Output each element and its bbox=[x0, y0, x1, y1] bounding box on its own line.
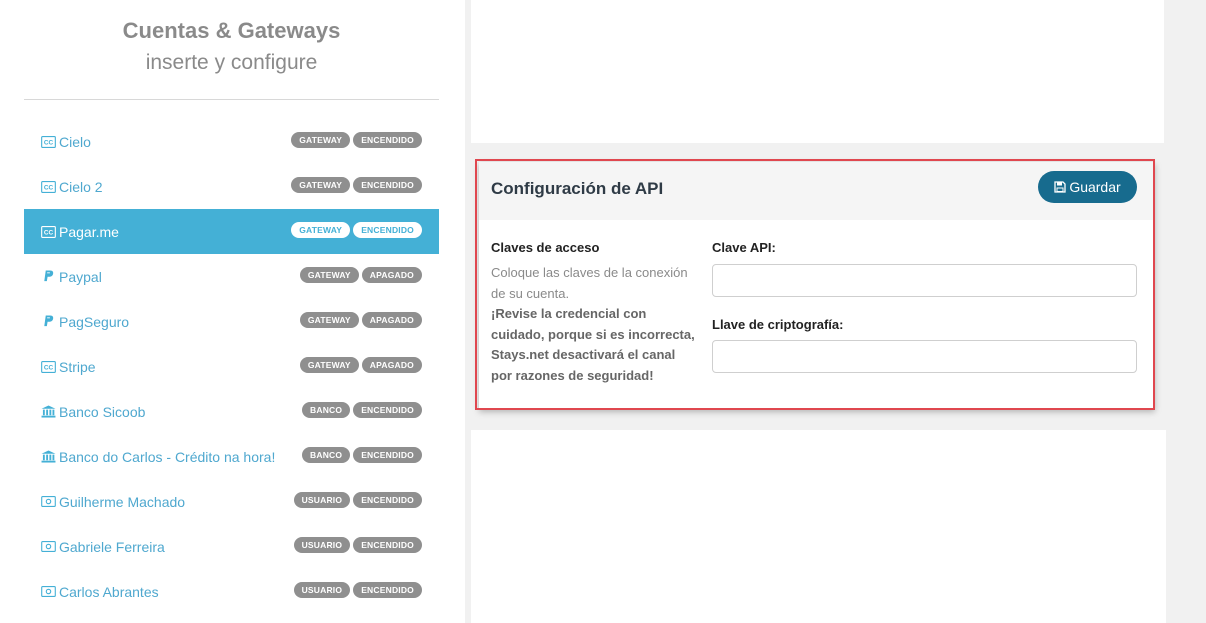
sidebar-subtitle: inserte y configure bbox=[145, 51, 318, 74]
account-item[interactable]: CC Cielo GATEWAY ENCENDIDO bbox=[24, 119, 439, 164]
type-badge: USUARIO bbox=[293, 537, 351, 553]
credit-card-icon: CC bbox=[40, 225, 56, 239]
account-badges: GATEWAY ENCENDIDO bbox=[291, 222, 422, 238]
crypto-key-input[interactable] bbox=[712, 340, 1137, 373]
account-item[interactable]: Banco do Carlos - Crédito na hora! BANCO E… bbox=[24, 434, 439, 479]
account-item[interactable]: CC Stripe GATEWAY APAGADO bbox=[24, 344, 439, 389]
paypal-icon bbox=[40, 270, 56, 284]
status-badge: APAGADO bbox=[361, 357, 422, 373]
type-badge: GATEWAY bbox=[291, 222, 351, 238]
status-badge: ENCENDIDO bbox=[353, 537, 422, 553]
account-name: Stripe bbox=[59, 358, 96, 375]
account-name: Cielo bbox=[59, 133, 91, 150]
status-badge: ENCENDIDO bbox=[353, 447, 422, 463]
account-badges: BANCO ENCENDIDO bbox=[302, 402, 422, 418]
account-item[interactable]: CC Pagar.me GATEWAY ENCENDIDO bbox=[24, 209, 439, 254]
accounts-sidebar: Cuentas & Gateways inserte y configure C… bbox=[0, 0, 465, 623]
account-badges: GATEWAY ENCENDIDO bbox=[291, 177, 422, 193]
svg-text:CC: CC bbox=[43, 184, 53, 191]
access-keys-warning: ¡Revise la credencial con cuidado, porqu… bbox=[491, 306, 695, 383]
type-badge: GATEWAY bbox=[291, 132, 351, 148]
type-badge: GATEWAY bbox=[299, 267, 359, 283]
bank-icon bbox=[40, 450, 56, 464]
account-name: Banco Sicoob bbox=[59, 403, 146, 420]
account-name: Cielo 2 bbox=[59, 178, 103, 195]
type-badge: GATEWAY bbox=[291, 177, 351, 193]
status-badge: APAGADO bbox=[361, 312, 422, 328]
access-keys-title: Claves de acceso bbox=[491, 240, 600, 255]
money-icon bbox=[40, 495, 56, 509]
account-item[interactable]: PagSeguro GATEWAY APAGADO bbox=[24, 299, 439, 344]
account-badges: GATEWAY ENCENDIDO bbox=[291, 132, 422, 148]
account-item[interactable]: Gabriele Ferreira USUARIO ENCENDIDO bbox=[24, 524, 439, 569]
save-button-label: Guardar bbox=[1069, 179, 1121, 195]
status-badge: ENCENDIDO bbox=[353, 582, 422, 598]
status-badge: ENCENDIDO bbox=[353, 132, 422, 148]
account-item[interactable]: Guilherme Machado USUARIO ENCENDIDO bbox=[24, 479, 439, 524]
type-badge: USUARIO bbox=[293, 492, 351, 508]
account-name: Carlos Abrantes bbox=[59, 583, 159, 600]
credit-card-icon: CC bbox=[40, 135, 56, 149]
account-list: CC Cielo GATEWAY ENCENDIDO CC Cielo 2 GATEWAY E… bbox=[24, 119, 439, 614]
api-config-title: Configuración de API bbox=[491, 179, 664, 198]
api-key-input[interactable] bbox=[712, 264, 1137, 297]
account-badges: GATEWAY APAGADO bbox=[299, 267, 422, 283]
type-badge: BANCO bbox=[302, 447, 351, 463]
credit-card-icon: CC bbox=[40, 360, 56, 374]
sidebar-title: Cuentas & Gateways bbox=[122, 18, 341, 43]
account-item[interactable]: Carlos Abrantes USUARIO ENCENDIDO bbox=[24, 569, 439, 614]
crypto-key-label: Llave de criptografía: bbox=[712, 317, 844, 332]
svg-text:CC: CC bbox=[43, 229, 53, 236]
api-key-label: Clave API: bbox=[712, 240, 776, 255]
status-badge: ENCENDIDO bbox=[353, 492, 422, 508]
account-item[interactable]: Paypal GATEWAY APAGADO bbox=[24, 254, 439, 299]
bank-icon bbox=[40, 405, 56, 419]
account-badges: BANCO ENCENDIDO bbox=[302, 447, 422, 463]
paypal-icon bbox=[40, 315, 56, 329]
type-badge: GATEWAY bbox=[299, 357, 359, 373]
account-item[interactable]: CC Cielo 2 GATEWAY ENCENDIDO bbox=[24, 164, 439, 209]
svg-text:CC: CC bbox=[43, 139, 53, 146]
type-badge: USUARIO bbox=[293, 582, 351, 598]
account-name: Pagar.me bbox=[59, 223, 119, 240]
sidebar-header: Cuentas & Gateways inserte y configure bbox=[24, 0, 439, 100]
type-badge: GATEWAY bbox=[299, 312, 359, 328]
status-badge: ENCENDIDO bbox=[353, 222, 422, 238]
money-icon bbox=[40, 585, 56, 599]
account-name: Guilherme Machado bbox=[59, 493, 186, 510]
type-badge: BANCO bbox=[302, 402, 351, 418]
account-badges: GATEWAY APAGADO bbox=[299, 357, 422, 373]
account-badges: USUARIO ENCENDIDO bbox=[293, 537, 422, 553]
account-name: PagSeguro bbox=[59, 313, 130, 330]
account-badges: GATEWAY APAGADO bbox=[299, 312, 422, 328]
account-name: Banco do Carlos - Crédito na hora! bbox=[59, 448, 276, 465]
credit-card-icon: CC bbox=[40, 180, 56, 194]
floppy-disk-icon bbox=[1054, 181, 1066, 193]
account-badges: USUARIO ENCENDIDO bbox=[293, 582, 422, 598]
bottom-panel bbox=[471, 430, 1166, 623]
save-button[interactable]: Guardar bbox=[1038, 171, 1137, 203]
account-name: Paypal bbox=[59, 268, 102, 285]
account-item[interactable]: Banco Sicoob BANCO ENCENDIDO bbox=[24, 389, 439, 434]
access-keys-text: Coloque las claves de la conexión de su … bbox=[491, 265, 688, 301]
account-badges: USUARIO ENCENDIDO bbox=[293, 492, 422, 508]
svg-text:CC: CC bbox=[43, 364, 53, 371]
top-panel bbox=[471, 0, 1164, 143]
account-name: Gabriele Ferreira bbox=[59, 538, 165, 555]
api-config-card: Configuración de API Guardar Claves de a… bbox=[479, 162, 1155, 410]
status-badge: ENCENDIDO bbox=[353, 402, 422, 418]
status-badge: ENCENDIDO bbox=[353, 177, 422, 193]
api-config-header: Configuración de API Guardar bbox=[479, 162, 1155, 220]
status-badge: APAGADO bbox=[361, 267, 422, 283]
money-icon bbox=[40, 540, 56, 554]
